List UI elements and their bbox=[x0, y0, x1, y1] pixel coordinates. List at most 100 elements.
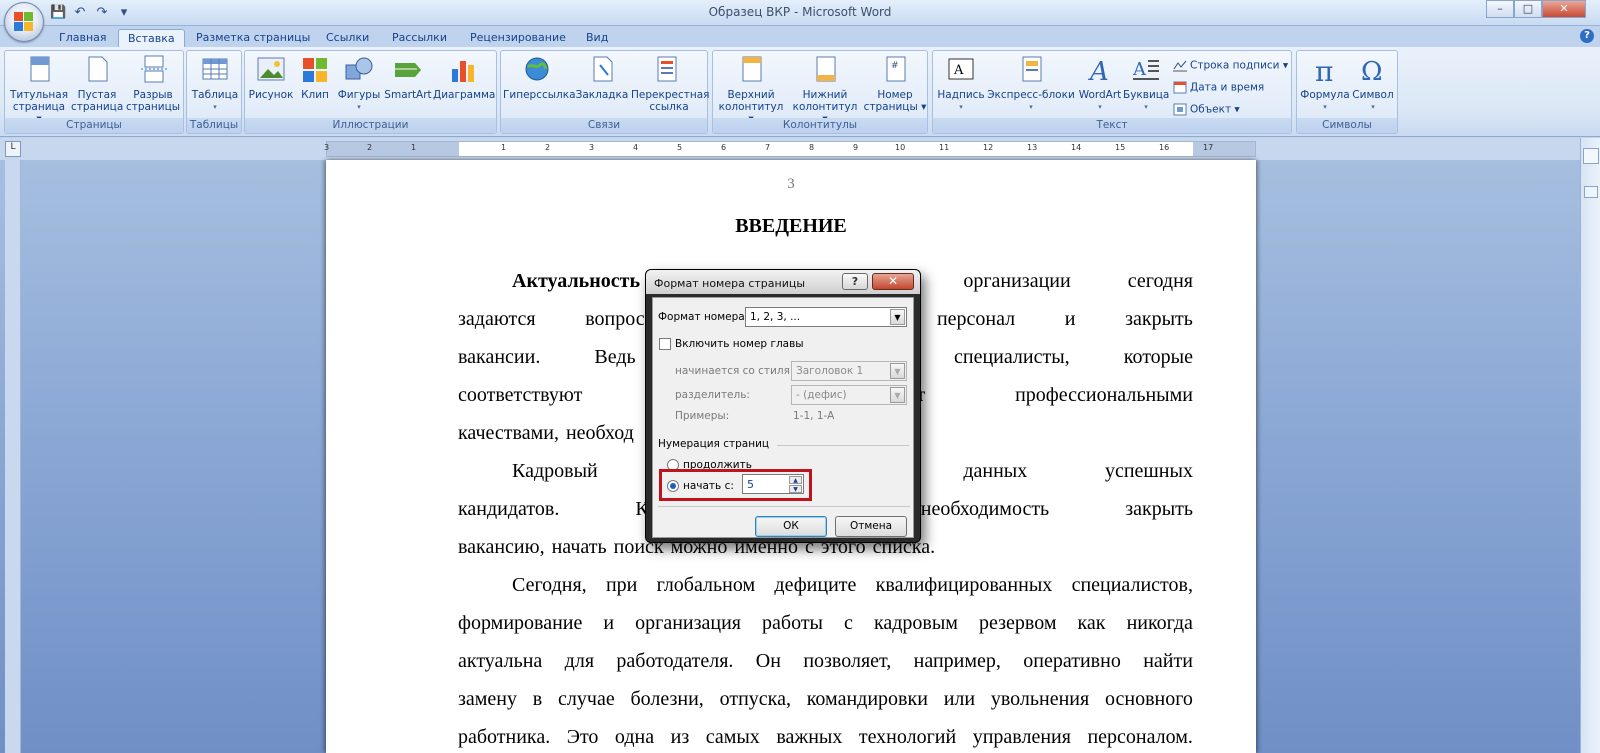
text-box-button[interactable]: A Надпись ▾ bbox=[935, 55, 987, 113]
footer-button[interactable]: Нижний колонтитул ▾ bbox=[789, 55, 861, 125]
document-word: и bbox=[603, 612, 615, 634]
tab-home[interactable]: Главная bbox=[50, 29, 116, 48]
shapes-button[interactable]: Фигуры ▾ bbox=[335, 55, 383, 113]
tab-page-layout[interactable]: Разметка страницы bbox=[187, 29, 319, 48]
minimize-button[interactable]: – bbox=[1486, 0, 1514, 18]
cover-page-button[interactable]: Титульная страница ▾ bbox=[9, 55, 69, 125]
wordart-icon: A bbox=[1084, 55, 1116, 87]
dialog-help-button[interactable]: ? bbox=[842, 273, 868, 290]
ruler-number: 8 bbox=[809, 143, 815, 152]
chevron-down-icon[interactable]: ▼ bbox=[890, 363, 905, 379]
ruler-number: 2 bbox=[545, 143, 551, 152]
cancel-button[interactable]: Отмена bbox=[835, 516, 907, 537]
document-word: закрыть bbox=[1125, 498, 1193, 520]
vertical-ruler[interactable] bbox=[5, 160, 21, 753]
number-format-select[interactable]: 1, 2, 3, ... ▼ bbox=[745, 307, 907, 327]
quick-parts-label: Экспресс-блоки bbox=[987, 89, 1075, 101]
blank-page-button[interactable]: Пустая страница bbox=[71, 55, 123, 113]
tab-view[interactable]: Вид bbox=[577, 29, 617, 48]
dialog-close-button[interactable]: ✕ bbox=[872, 273, 914, 290]
document-word: соответствуют bbox=[458, 384, 583, 406]
document-word: качествами, bbox=[458, 422, 559, 444]
chevron-down-icon[interactable]: ▼ bbox=[890, 387, 905, 403]
table-button[interactable]: Таблица ▾ bbox=[189, 55, 241, 113]
date-time-label: Дата и время bbox=[1190, 81, 1265, 94]
red-highlight-frame bbox=[659, 469, 812, 501]
maximize-button[interactable]: □ bbox=[1514, 0, 1542, 18]
document-word: как bbox=[1077, 612, 1106, 634]
cross-reference-button[interactable]: Перекрестная ссылка bbox=[631, 55, 710, 113]
group-pages-label: Страницы bbox=[5, 118, 183, 133]
dialog-titlebar[interactable]: Формат номера страницы ? ✕ bbox=[646, 270, 920, 294]
document-word: вакансию, bbox=[458, 536, 545, 558]
chapter-style-select[interactable]: Заголовок 1 ▼ bbox=[791, 361, 907, 381]
tab-mailings[interactable]: Рассылки bbox=[383, 29, 456, 48]
ruler-row: L 3 2 1 1 2 3 4 5 6 7 8 9 10 11 12 13 14… bbox=[0, 138, 1600, 160]
signature-line-button[interactable]: Строка подписи ▾ bbox=[1173, 59, 1288, 72]
document-word: персоналом. bbox=[1087, 726, 1193, 748]
symbol-button[interactable]: Ω Символ ▾ bbox=[1349, 55, 1397, 113]
table-dropdown-arrow: ▾ bbox=[213, 103, 217, 111]
tab-review[interactable]: Рецензирование bbox=[461, 29, 575, 48]
ruler-number: 3 bbox=[589, 143, 595, 152]
tab-insert[interactable]: Вставка bbox=[118, 29, 185, 48]
ruler-number: 3 bbox=[324, 143, 330, 152]
chart-button[interactable]: Диаграмма bbox=[433, 55, 495, 101]
chart-label: Диаграмма bbox=[433, 89, 496, 101]
chevron-down-icon[interactable]: ▼ bbox=[890, 309, 905, 325]
office-button[interactable] bbox=[4, 2, 44, 42]
drop-cap-button[interactable]: A Буквица ▾ bbox=[1123, 55, 1169, 113]
scroll-up-icon[interactable] bbox=[1583, 148, 1599, 164]
document-line: замену в случае болезни, отпуска, командировк… bbox=[458, 688, 1193, 711]
office-logo-icon bbox=[14, 12, 34, 32]
help-icon[interactable]: ? bbox=[1580, 29, 1594, 43]
include-chapter-checkbox[interactable] bbox=[659, 338, 671, 350]
cross-reference-label: Перекрестная bbox=[631, 89, 710, 101]
smartart-button[interactable]: SmartArt bbox=[383, 55, 433, 101]
header-button[interactable]: Верхний колонтитул ▾ bbox=[715, 55, 787, 125]
page-break-label: Разрыв bbox=[133, 89, 173, 101]
document-word: формирование bbox=[458, 612, 583, 634]
picture-button[interactable]: Рисунок bbox=[247, 55, 295, 101]
group-tables: Таблица ▾ Таблицы bbox=[186, 50, 242, 134]
close-button[interactable]: ✕ bbox=[1542, 0, 1586, 18]
quick-parts-button[interactable]: Экспресс-блоки ▾ bbox=[987, 55, 1075, 113]
document-line: актуальна для работодателя. Он позволяет, нап… bbox=[458, 650, 1193, 673]
bookmark-icon bbox=[586, 55, 618, 85]
document-word: одна bbox=[614, 726, 655, 748]
svg-text:A: A bbox=[953, 63, 964, 78]
horizontal-ruler[interactable]: 3 2 1 1 2 3 4 5 6 7 8 9 10 11 12 13 14 1… bbox=[324, 141, 1256, 157]
document-word: необход bbox=[565, 422, 634, 444]
footer-label: Нижний bbox=[802, 89, 848, 101]
cross-reference-icon bbox=[653, 55, 685, 85]
date-time-button[interactable]: Дата и время bbox=[1173, 81, 1264, 94]
hyperlink-icon bbox=[522, 55, 554, 85]
ok-button[interactable]: ОК bbox=[755, 516, 827, 537]
separator-select[interactable]: - (дефис) ▼ bbox=[791, 385, 907, 405]
clip-art-button[interactable]: Клип bbox=[297, 55, 333, 101]
date-time-icon bbox=[1173, 81, 1187, 94]
page-break-button[interactable]: Разрыв страницы bbox=[125, 55, 181, 113]
document-word: профессиональными bbox=[1015, 384, 1193, 406]
document-word: организация bbox=[635, 612, 741, 634]
document-word: дефиците bbox=[774, 574, 857, 596]
document-word: замену bbox=[458, 688, 518, 710]
document-word: оперативно bbox=[1023, 650, 1121, 672]
document-word: из bbox=[670, 726, 690, 748]
cover-page-icon bbox=[23, 55, 55, 85]
table-icon bbox=[199, 55, 231, 85]
object-button[interactable]: Объект ▾ bbox=[1173, 103, 1240, 116]
ribbon: Титульная страница ▾ Пустая страница Раз… bbox=[0, 47, 1600, 137]
blank-page-label-2: страница bbox=[71, 101, 124, 113]
svg-text:#: # bbox=[891, 61, 899, 71]
wordart-button[interactable]: A WordArt ▾ bbox=[1075, 55, 1125, 113]
page-number-button[interactable]: # Номер страницы ▾ bbox=[863, 55, 927, 113]
bookmark-button[interactable]: Закладка bbox=[575, 55, 629, 101]
tab-references[interactable]: Ссылки bbox=[317, 29, 378, 48]
vertical-scrollbar[interactable] bbox=[1580, 138, 1600, 753]
header-icon bbox=[735, 55, 767, 85]
equation-button[interactable]: π Формула ▾ bbox=[1299, 55, 1351, 113]
hyperlink-button[interactable]: Гиперссылка bbox=[503, 55, 576, 101]
tab-selector-icon[interactable]: L bbox=[5, 141, 21, 157]
scroll-thumb[interactable] bbox=[1584, 186, 1598, 198]
